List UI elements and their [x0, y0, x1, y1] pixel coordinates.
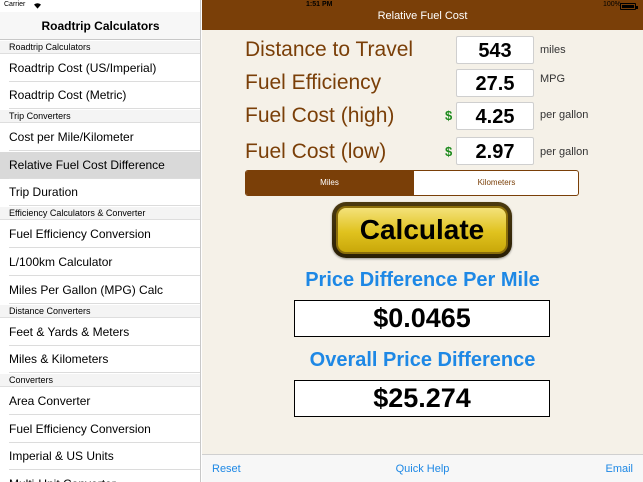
sidebar-item-feet-yards-meters[interactable]: Feet & Yards & Meters	[0, 319, 200, 346]
fuel-cost-high-label: Fuel Cost (high)	[245, 104, 395, 127]
unit-segmented-control: Miles Kilometers	[245, 170, 579, 196]
sidebar-item-roadtrip-cost-us[interactable]: Roadtrip Cost (US/Imperial)	[0, 55, 200, 82]
sidebar-item-l100km-calculator[interactable]: L/100km Calculator	[0, 249, 200, 276]
segment-miles[interactable]: Miles	[246, 171, 413, 195]
battery-percent: 100%	[603, 1, 621, 8]
fuel-cost-low-unit: per gallon	[540, 146, 589, 158]
sidebar-item-cost-per-mile[interactable]: Cost per Mile/Kilometer	[0, 124, 200, 151]
section-header-trip-converters: Trip Converters	[0, 110, 200, 123]
calculate-button-label: Calculate	[336, 206, 508, 254]
sidebar: Roadtrip Calculators Roadtrip Calculator…	[0, 0, 201, 482]
section-header-distance-converters: Distance Converters	[0, 305, 200, 318]
section-header-roadtrip-calculators: Roadtrip Calculators	[0, 41, 200, 54]
price-difference-per-mile-value: $0.0465	[294, 300, 550, 337]
main-panel: Relative Fuel Cost Distance to Travel 54…	[202, 0, 643, 482]
dollar-sign-low: $	[445, 144, 453, 159]
sidebar-item-fuel-efficiency-conversion-2[interactable]: Fuel Efficiency Conversion	[0, 416, 200, 443]
fuel-efficiency-input[interactable]: 27.5	[456, 69, 534, 97]
bottom-toolbar: Reset Quick Help Email	[202, 454, 643, 482]
sidebar-item-fuel-efficiency-conversion[interactable]: Fuel Efficiency Conversion	[0, 221, 200, 248]
price-difference-per-mile-title: Price Difference Per Mile	[305, 269, 540, 291]
fuel-cost-low-input[interactable]: 2.97	[456, 137, 534, 165]
sidebar-item-area-converter[interactable]: Area Converter	[0, 388, 200, 415]
section-header-efficiency: Efficiency Calculators & Converter	[0, 207, 200, 220]
fuel-cost-high-unit: per gallon	[540, 109, 589, 121]
sidebar-item-miles-kilometers[interactable]: Miles & Kilometers	[0, 346, 200, 373]
calculate-button[interactable]: Calculate	[332, 202, 512, 258]
sidebar-item-mpg-calc[interactable]: Miles Per Gallon (MPG) Calc	[0, 277, 200, 304]
section-header-converters: Converters	[0, 374, 200, 387]
fuel-cost-high-input[interactable]: 4.25	[456, 102, 534, 130]
sidebar-item-trip-duration[interactable]: Trip Duration	[0, 179, 200, 206]
distance-input[interactable]: 543	[456, 36, 534, 64]
sidebar-title: Roadtrip Calculators	[0, 12, 200, 40]
sidebar-item-imperial-us-units[interactable]: Imperial & US Units	[0, 443, 200, 470]
overall-price-difference-title: Overall Price Difference	[309, 349, 536, 371]
carrier-label: Carrier	[4, 1, 26, 8]
email-button[interactable]: Email	[605, 463, 633, 475]
quick-help-button[interactable]: Quick Help	[202, 463, 643, 475]
overall-price-difference-value: $25.274	[294, 380, 550, 417]
status-bar: Carrier 1:51 PM 100%	[0, 0, 643, 12]
status-time: 1:51 PM	[306, 1, 333, 8]
distance-label: Distance to Travel	[245, 38, 414, 61]
sidebar-item-relative-fuel-cost[interactable]: Relative Fuel Cost Difference	[0, 152, 200, 179]
distance-unit: miles	[540, 44, 566, 56]
sidebar-item-multi-unit-converter[interactable]: Multi-Unit Converter	[0, 471, 200, 482]
fuel-cost-low-label: Fuel Cost (low)	[245, 140, 387, 163]
battery-icon	[620, 3, 638, 10]
segment-kilometers[interactable]: Kilometers	[413, 171, 578, 195]
dollar-sign-high: $	[445, 108, 453, 123]
fuel-efficiency-unit: MPG	[540, 73, 566, 85]
sidebar-item-roadtrip-cost-metric[interactable]: Roadtrip Cost (Metric)	[0, 82, 200, 109]
fuel-efficiency-label: Fuel Efficiency	[245, 71, 382, 94]
wifi-icon	[34, 3, 41, 9]
